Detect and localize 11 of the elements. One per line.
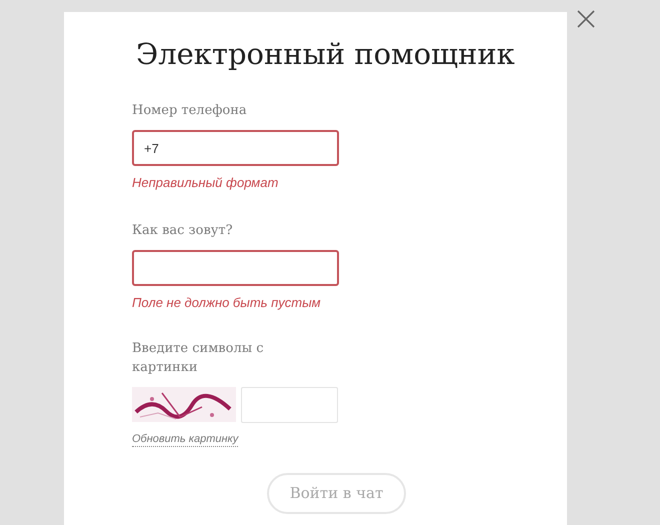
input-field[interactable]: +7 [132,130,339,166]
field-label: Как вас зовут? [132,222,233,240]
captcha-label: Введите символы с картинки [132,340,264,377]
field-label: Номер телефона [132,102,247,120]
captcha-field[interactable] [241,387,338,423]
close-icon[interactable] [577,10,595,28]
refresh-link[interactable]: Обновить картинку [132,432,238,447]
error-message: Поле не должно быть пустым [132,294,321,312]
error-message: Неправильный формат [132,174,278,192]
input-field[interactable] [132,250,339,286]
dialog-title: Электронный помощник [136,36,515,73]
